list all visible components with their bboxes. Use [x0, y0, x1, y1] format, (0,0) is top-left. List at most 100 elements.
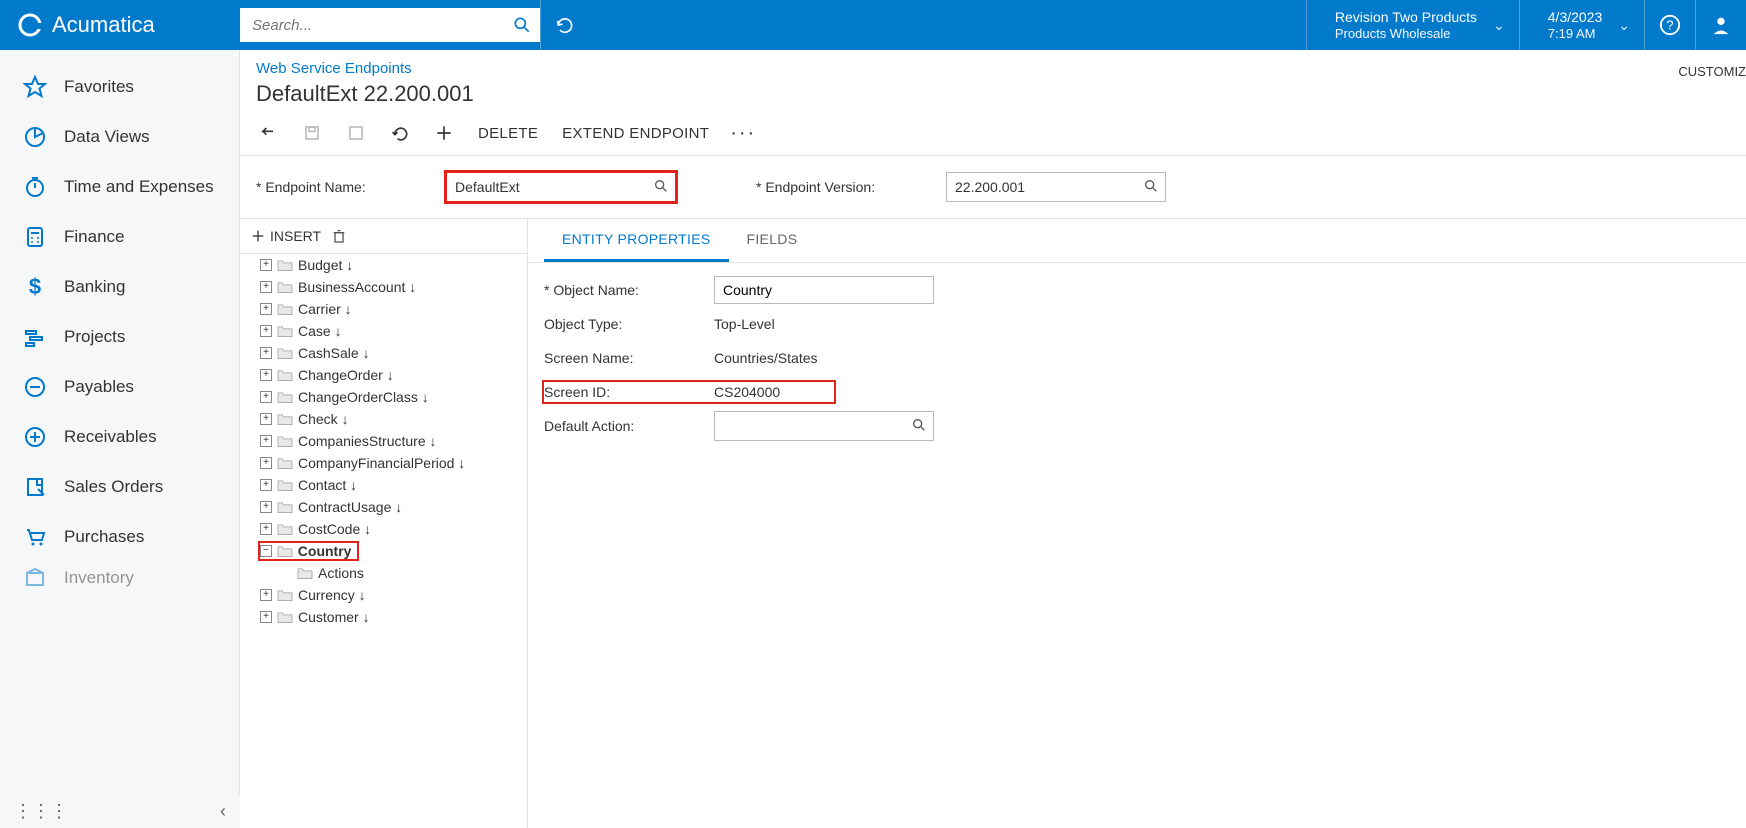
tree-node-actions[interactable]: Actions	[240, 562, 527, 584]
object-type-value: Top-Level	[714, 316, 775, 332]
tree-node[interactable]: +CompaniesStructure ↓	[240, 430, 527, 452]
expander-icon[interactable]: +	[260, 259, 272, 271]
tree-node[interactable]: + Carrier ↓	[240, 298, 527, 320]
lookup-icon[interactable]	[653, 178, 669, 194]
expander-icon[interactable]: +	[260, 479, 272, 491]
extend-endpoint-button[interactable]: EXTEND ENDPOINT	[562, 125, 709, 142]
svg-text:?: ?	[1666, 18, 1673, 33]
box-icon	[22, 565, 48, 588]
tree-node[interactable]: +ChangeOrder ↓	[240, 364, 527, 386]
minus-circle-icon	[22, 374, 48, 400]
screen-name-value: Countries/States	[714, 350, 818, 366]
tree-node[interactable]: +ChangeOrderClass ↓	[240, 386, 527, 408]
tree-node[interactable]: +Check ↓	[240, 408, 527, 430]
tree-node-label: Country	[298, 543, 352, 559]
tab-fields[interactable]: FIELDS	[729, 219, 816, 262]
sidebar-label: Payables	[64, 377, 134, 397]
tree-insert-button[interactable]: INSERT	[250, 228, 321, 244]
tree-node[interactable]: +ContractUsage ↓	[240, 496, 527, 518]
expander-icon[interactable]: +	[260, 501, 272, 513]
tree-node[interactable]: + Customer ↓	[240, 606, 527, 628]
tab-entity-properties[interactable]: ENTITY PROPERTIES	[544, 219, 729, 262]
sidebar-item-banking[interactable]: $ Banking	[0, 262, 239, 312]
expander-icon[interactable]: +	[260, 303, 272, 315]
calculator-icon	[22, 224, 48, 250]
screen-id-value: CS204000	[714, 384, 780, 400]
expander-icon[interactable]: +	[260, 347, 272, 359]
expander-icon[interactable]: +	[260, 523, 272, 535]
more-actions-button[interactable]: ···	[733, 123, 753, 143]
sidebar-label: Favorites	[64, 77, 134, 97]
expander-icon[interactable]: +	[260, 281, 272, 293]
sidebar-item-finance[interactable]: Finance	[0, 212, 239, 262]
expander-icon[interactable]: +	[260, 369, 272, 381]
sidebar-label: Data Views	[64, 127, 150, 147]
expander-icon[interactable]: +	[260, 457, 272, 469]
company-sub: Products Wholesale	[1335, 26, 1477, 42]
customization-link[interactable]: CUSTOMIZ	[1678, 50, 1746, 79]
sidebar-item-inventory[interactable]: Inventory	[0, 562, 239, 588]
logo[interactable]: Acumatica	[0, 12, 240, 38]
sidebar-item-payables[interactable]: Payables	[0, 362, 239, 412]
sidebar-item-projects[interactable]: Projects	[0, 312, 239, 362]
breadcrumb[interactable]: Web Service Endpoints	[256, 60, 412, 77]
date-selector[interactable]: 4/3/2023 7:19 AM ⌄	[1519, 0, 1644, 50]
search-input[interactable]	[252, 17, 512, 34]
object-name-input[interactable]	[714, 276, 934, 304]
screen-id-label: Screen ID:	[544, 384, 714, 400]
endpoint-name-input[interactable]: DefaultExt	[446, 172, 676, 202]
expander-icon[interactable]: +	[260, 391, 272, 403]
dollar-icon: $	[22, 274, 48, 300]
entity-tree[interactable]: +Budget ↓+BusinessAccount ↓+Carrier ↓+Ca…	[240, 254, 527, 828]
endpoint-version-value: 22.200.001	[955, 179, 1025, 195]
pie-icon	[22, 124, 48, 150]
endpoint-version-input[interactable]: 22.200.001	[946, 172, 1166, 202]
stopwatch-icon	[22, 174, 48, 200]
tree-node[interactable]: +CompanyFinancialPeriod ↓	[240, 452, 527, 474]
search-icon[interactable]	[512, 15, 532, 35]
help-button[interactable]: ?	[1644, 0, 1695, 50]
sidebar-item-purchases[interactable]: Purchases	[0, 512, 239, 562]
expander-icon[interactable]: +	[260, 435, 272, 447]
back-button[interactable]	[258, 123, 278, 143]
expander-icon[interactable]: +	[260, 413, 272, 425]
tree-node[interactable]: +BusinessAccount ↓	[240, 276, 527, 298]
lookup-icon[interactable]	[911, 417, 927, 433]
gantt-icon	[22, 324, 48, 350]
undo-button[interactable]	[390, 123, 410, 143]
tree-node[interactable]: +CostCode ↓	[240, 518, 527, 540]
collapse-sidebar-button[interactable]: ‹	[220, 801, 226, 822]
refresh-button[interactable]	[540, 0, 589, 50]
tree-node[interactable]: +Contact ↓	[240, 474, 527, 496]
tree-delete-button[interactable]	[331, 227, 347, 245]
object-type-label: Object Type:	[544, 316, 714, 332]
sidebar-item-salesorders[interactable]: Sales Orders	[0, 462, 239, 512]
default-action-input[interactable]	[714, 411, 934, 441]
sidebar-label: Receivables	[64, 427, 157, 447]
sidebar-label: Finance	[64, 227, 124, 247]
tree-node[interactable]: +Budget ↓	[240, 254, 527, 276]
tree-node[interactable]: + Currency ↓	[240, 584, 527, 606]
tree-node[interactable]: − Country	[240, 540, 527, 562]
expander-icon[interactable]: +	[260, 325, 272, 337]
search-box[interactable]	[240, 8, 540, 42]
company-selector[interactable]: Revision Two Products Products Wholesale…	[1306, 0, 1519, 50]
expander-icon[interactable]: −	[260, 545, 272, 557]
expander-icon[interactable]: +	[260, 589, 272, 601]
sidebar-item-dataviews[interactable]: Data Views	[0, 112, 239, 162]
menu-dots-icon[interactable]: ⋮⋮⋮	[14, 801, 68, 822]
lookup-icon[interactable]	[1143, 178, 1159, 194]
delete-button[interactable]: DELETE	[478, 125, 538, 142]
expander-icon[interactable]: +	[260, 611, 272, 623]
sidebar-item-time[interactable]: Time and Expenses	[0, 162, 239, 212]
tree-node-label: Customer ↓	[298, 609, 370, 625]
sidebar-item-receivables[interactable]: Receivables	[0, 412, 239, 462]
tree-node[interactable]: +CashSale ↓	[240, 342, 527, 364]
tree-node-label: Currency ↓	[298, 587, 366, 603]
add-button[interactable]	[434, 123, 454, 143]
sidebar-item-favorites[interactable]: Favorites	[0, 62, 239, 112]
business-time: 7:19 AM	[1548, 26, 1603, 42]
tree-node[interactable]: +Case ↓	[240, 320, 527, 342]
tree-node-label: Carrier ↓	[298, 301, 352, 317]
user-button[interactable]	[1695, 0, 1746, 50]
